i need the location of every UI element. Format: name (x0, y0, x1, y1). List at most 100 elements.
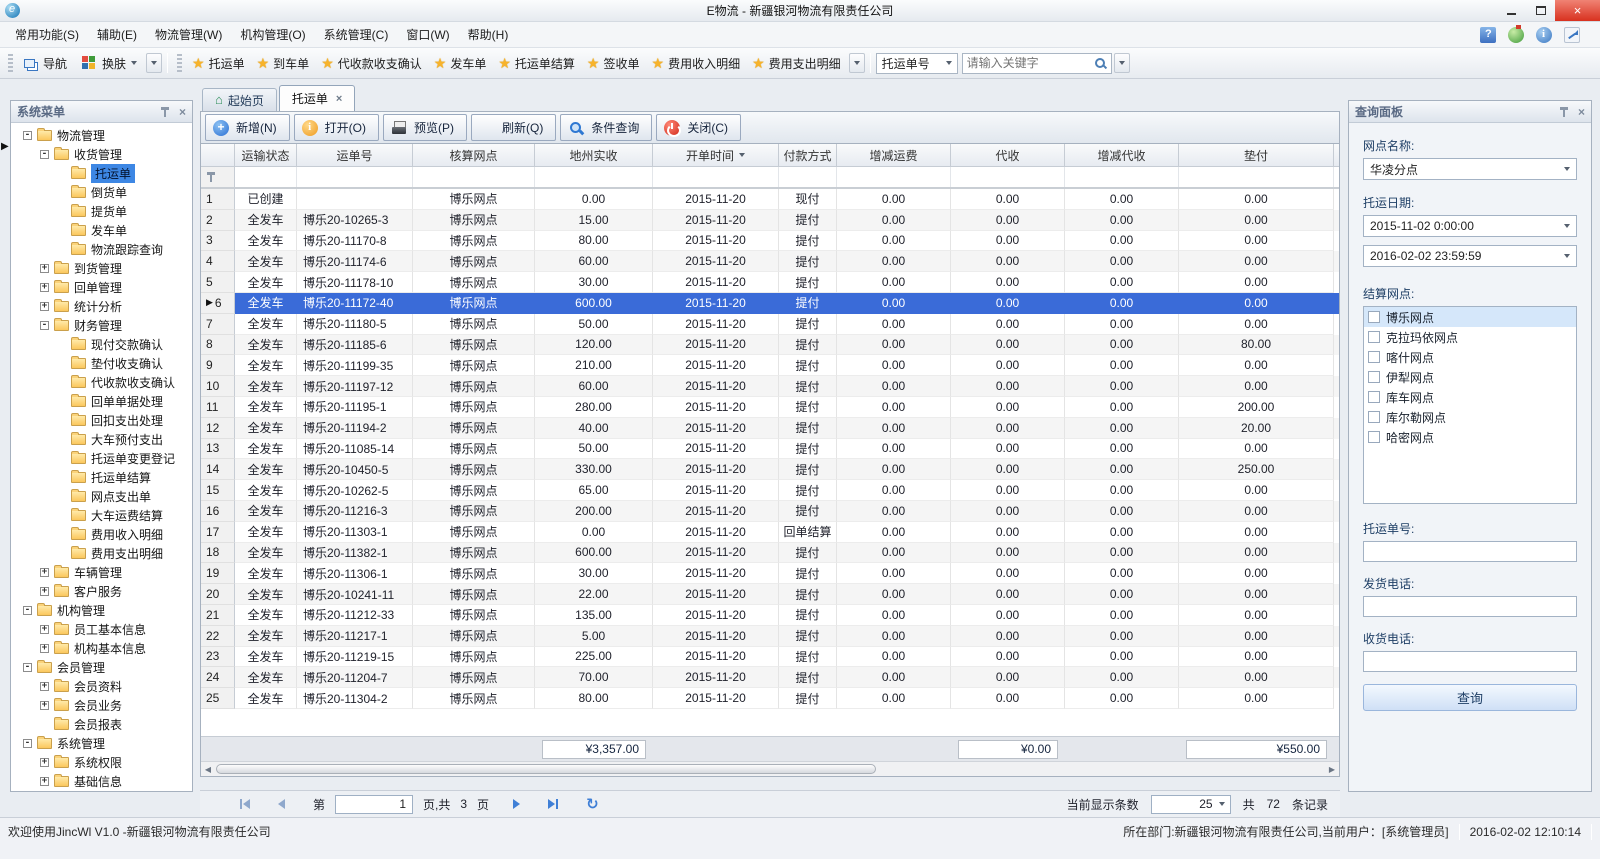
search-field-combo[interactable]: 托运单号 (876, 53, 958, 74)
menu-item[interactable]: 物流管理(W) (146, 22, 231, 47)
grid-cell[interactable]: 全发车 (235, 251, 297, 272)
column-header-增减代收[interactable]: 增减代收 (1065, 144, 1179, 166)
grid-cell[interactable]: 全发车 (235, 314, 297, 335)
grid-cell[interactable]: 2015-11-20 (653, 501, 779, 522)
grid-cell[interactable]: 0.00 (1065, 584, 1179, 605)
grid-cell[interactable]: 0.00 (1065, 231, 1179, 252)
grid-cell[interactable]: 0.00 (1065, 563, 1179, 584)
grid-cell[interactable]: 0.00 (837, 459, 951, 480)
sidebar-item-车辆管理[interactable]: +车辆管理 (11, 563, 192, 582)
grid-cell[interactable]: 0.00 (1179, 563, 1334, 584)
grid-cell[interactable]: 0.00 (837, 335, 951, 356)
grid-cell[interactable]: 0.00 (837, 563, 951, 584)
grid-cell[interactable]: 0.00 (1179, 376, 1334, 397)
tree-toggle-icon[interactable]: - (23, 663, 32, 672)
tree-toggle-icon[interactable]: + (40, 701, 49, 710)
grid-cell[interactable]: 博乐20-11178-10 (297, 272, 413, 293)
grid-cell[interactable]: 博乐网点 (413, 189, 535, 210)
grid-cell[interactable]: 博乐网点 (413, 459, 535, 480)
filter-cell-增减运费[interactable] (837, 167, 951, 187)
table-row[interactable]: 11全发车博乐20-11195-1博乐网点280.002015-11-20提付0… (201, 397, 1339, 418)
row-header-cell[interactable]: 8 (201, 335, 235, 356)
pin-icon[interactable] (1559, 107, 1569, 117)
row-header-cell[interactable]: 3 (201, 231, 235, 252)
grid-cell[interactable]: 博乐网点 (413, 501, 535, 522)
grid-cell[interactable]: 135.00 (535, 605, 653, 626)
sidebar-item-大车预付支出[interactable]: 大车预付支出 (11, 430, 192, 449)
page-number-input[interactable] (335, 795, 413, 814)
grid-cell[interactable]: 0.00 (837, 501, 951, 522)
toolbar-grip[interactable] (8, 54, 13, 72)
sidebar-item-回单管理[interactable]: +回单管理 (11, 278, 192, 297)
favorite-item[interactable]: ★费用收入明细 (646, 52, 747, 75)
grid-cell[interactable]: 2015-11-20 (653, 584, 779, 605)
grid-cell[interactable]: 博乐20-10450-5 (297, 459, 413, 480)
favorite-item[interactable]: ★发车单 (428, 52, 493, 75)
grid-cell[interactable]: 2015-11-20 (653, 543, 779, 564)
打开O-button[interactable]: 打开(O) (294, 114, 379, 141)
table-row[interactable]: 12全发车博乐20-11194-2博乐网点40.002015-11-20提付0.… (201, 418, 1339, 439)
grid-cell[interactable]: 0.00 (1179, 251, 1334, 272)
grid-cell[interactable]: 全发车 (235, 626, 297, 647)
grid-cell[interactable]: 博乐网点 (413, 397, 535, 418)
sidebar-item-物流管理[interactable]: -物流管理 (11, 126, 192, 145)
grid-cell[interactable]: 全发车 (235, 522, 297, 543)
grid-cell[interactable]: 提付 (779, 397, 837, 418)
grid-cell[interactable]: 20.00 (1179, 418, 1334, 439)
grid-cell[interactable]: 2015-11-20 (653, 667, 779, 688)
grid-cell[interactable]: 0.00 (837, 480, 951, 501)
grid-cell[interactable]: 0.00 (951, 335, 1065, 356)
grid-cell[interactable]: 全发车 (235, 293, 297, 314)
grid-cell[interactable]: 0.00 (1179, 667, 1334, 688)
grid-cell[interactable]: 0.00 (1179, 501, 1334, 522)
row-header-cell[interactable]: 13 (201, 439, 235, 460)
grid-cell[interactable]: 0.00 (1179, 189, 1334, 210)
tree-toggle-icon[interactable]: + (40, 302, 49, 311)
grid-cell[interactable]: 0.00 (1065, 501, 1179, 522)
grid-cell[interactable]: 2015-11-20 (653, 459, 779, 480)
grid-cell[interactable]: 0.00 (1179, 647, 1334, 668)
grid-cell[interactable]: 0.00 (1179, 272, 1334, 293)
grid-cell[interactable]: 提付 (779, 376, 837, 397)
tree-toggle-icon[interactable]: + (40, 587, 49, 596)
grid-cell[interactable]: 0.00 (837, 376, 951, 397)
grid-cell[interactable]: 博乐20-11174-6 (297, 251, 413, 272)
grid-cell[interactable]: 博乐20-11172-40 (297, 293, 413, 314)
grid-cell[interactable]: 博乐网点 (413, 231, 535, 252)
table-row[interactable]: 16全发车博乐20-11216-3博乐网点200.002015-11-20提付0… (201, 501, 1339, 522)
row-header-cell[interactable]: 1 (201, 189, 235, 210)
tab-close-icon[interactable]: × (336, 93, 342, 105)
sidebar-item-回单单据处理[interactable]: 回单单据处理 (11, 392, 192, 411)
next-page-button[interactable] (513, 799, 520, 809)
row-header-cell[interactable]: 19 (201, 563, 235, 584)
favorites-overflow-button[interactable] (849, 53, 865, 73)
grid-cell[interactable]: 0.00 (951, 418, 1065, 439)
新增N-button[interactable]: 新增(N) (205, 114, 290, 141)
sidebar-item-机构管理[interactable]: -机构管理 (11, 601, 192, 620)
favorite-item[interactable]: ★到车单 (251, 52, 316, 75)
row-header-cell[interactable]: 18 (201, 543, 235, 564)
grid-cell[interactable]: 回单结算 (779, 522, 837, 543)
toolbar-grip[interactable] (177, 54, 182, 72)
grid-cell[interactable]: 0.00 (1065, 293, 1179, 314)
grid-cell[interactable]: 博乐网点 (413, 480, 535, 501)
grid-cell[interactable]: 0.00 (837, 314, 951, 335)
table-row[interactable]: 8全发车博乐20-11185-6博乐网点120.002015-11-20提付0.… (201, 335, 1339, 356)
grid-cell[interactable]: 提付 (779, 667, 837, 688)
grid-cell[interactable]: 50.00 (535, 439, 653, 460)
grid-cell[interactable]: 0.00 (1179, 688, 1334, 709)
receiver-phone-input[interactable] (1363, 651, 1577, 672)
grid-cell[interactable]: 2015-11-20 (653, 314, 779, 335)
sidebar-item-物流跟踪查询[interactable]: 物流跟踪查询 (11, 240, 192, 259)
grid-cell[interactable]: 2015-11-20 (653, 522, 779, 543)
grid-cell[interactable]: 0.00 (951, 231, 1065, 252)
grid-cell[interactable]: 博乐20-11382-1 (297, 543, 413, 564)
grid-cell[interactable]: 全发车 (235, 335, 297, 356)
grid-cell[interactable]: 50.00 (535, 314, 653, 335)
table-row[interactable]: 24全发车博乐20-11204-7博乐网点70.002015-11-20提付0.… (201, 667, 1339, 688)
favorite-item[interactable]: ★代收款收支确认 (315, 52, 428, 75)
site-name-combo[interactable]: 华凌分点 (1363, 158, 1577, 180)
grid-cell[interactable]: 2015-11-20 (653, 605, 779, 626)
sidebar-item-员工基本信息[interactable]: +员工基本信息 (11, 620, 192, 639)
checkbox-icon[interactable] (1368, 411, 1380, 423)
